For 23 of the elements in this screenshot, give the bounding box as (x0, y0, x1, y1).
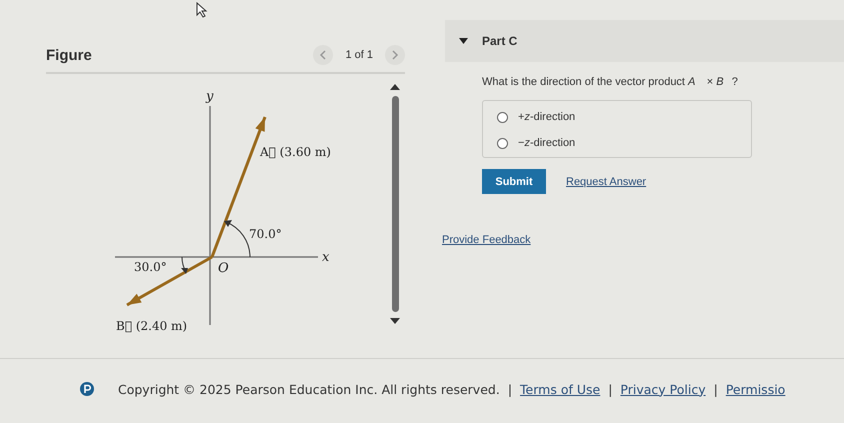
radio-option[interactable]: −z-direction (497, 137, 576, 149)
question-text: What is the direction of the vector product A⃗ × B⃗? (482, 76, 739, 88)
angle-label: 30.0° (134, 260, 167, 274)
page-indicator: 1 of 1 (345, 49, 373, 61)
footer-link[interactable]: Permissio (726, 382, 786, 396)
origin-label: O (218, 261, 229, 276)
vector-label: A⃗ (3.60 m) (260, 145, 331, 159)
axis-label: y (206, 89, 214, 104)
separator: | (508, 382, 512, 396)
submit-button[interactable]: Submit (482, 169, 546, 194)
feedback-link[interactable]: Provide Feedback (442, 234, 531, 246)
separator: | (714, 382, 718, 396)
angle-label: 70.0° (249, 227, 282, 241)
footer-link[interactable]: Privacy Policy (620, 382, 706, 396)
request-answer-link[interactable]: Request Answer (566, 176, 646, 188)
vector-label: B⃗ (2.40 m) (116, 319, 188, 333)
part-title: Part C (482, 34, 518, 48)
figure-title: Figure (46, 46, 93, 64)
copyright-text: Copyright © 2025 Pearson Education Inc. All rights reserved. (118, 382, 500, 396)
separator: | (608, 382, 612, 396)
radio-option[interactable]: +z-direction (497, 111, 576, 123)
axis-label: x (322, 250, 330, 265)
footer-link[interactable]: Terms of Use (520, 382, 600, 396)
